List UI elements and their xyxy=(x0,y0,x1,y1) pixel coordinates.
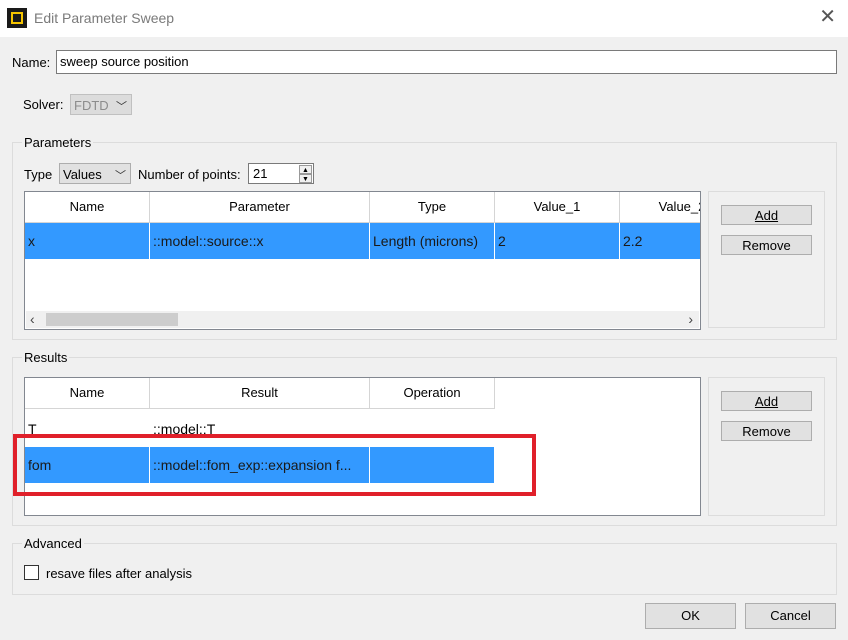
solver-label: Solver: xyxy=(23,97,64,112)
add-label: Add xyxy=(754,394,779,409)
results-add-button[interactable]: Add xyxy=(721,391,812,411)
type-value: Values xyxy=(63,167,102,182)
column-header-value-1[interactable]: Value_1 xyxy=(495,192,620,223)
name-input[interactable]: sweep source position xyxy=(56,50,837,74)
add-label: Add xyxy=(754,208,779,223)
column-header-result[interactable]: Result xyxy=(150,378,370,409)
parameters-remove-button[interactable]: Remove xyxy=(721,235,812,255)
column-header-name[interactable]: Name xyxy=(25,192,150,223)
spinner[interactable]: ▲ ▼ xyxy=(299,165,312,183)
parameters-add-button[interactable]: Add xyxy=(721,205,812,225)
solver-value: FDTD xyxy=(74,98,109,113)
horizontal-scrollbar[interactable]: ‹ › xyxy=(26,311,699,328)
cell-parameter[interactable]: ::model::source::x xyxy=(150,223,370,259)
resave-checkbox[interactable] xyxy=(24,565,39,580)
parameters-group-title: Parameters xyxy=(22,135,94,150)
type-label: Type xyxy=(24,167,53,182)
cell-value-1[interactable]: 2 xyxy=(495,223,620,259)
column-header-operation[interactable]: Operation xyxy=(370,378,495,409)
advanced-group-title: Advanced xyxy=(22,536,84,551)
close-icon[interactable]: ✕ xyxy=(819,7,836,27)
results-remove-button[interactable]: Remove xyxy=(721,421,812,441)
chevron-down-icon: ﹀ xyxy=(116,101,127,113)
chevron-down-icon: ﹀ xyxy=(115,170,126,182)
solver-select: FDTD ﹀ xyxy=(70,94,132,115)
window-title: Edit Parameter Sweep xyxy=(34,10,175,26)
scroll-left-icon[interactable]: ‹ xyxy=(30,311,35,328)
column-header-parameter[interactable]: Parameter xyxy=(150,192,370,223)
spin-down-icon[interactable]: ▼ xyxy=(299,174,312,183)
spin-up-icon[interactable]: ▲ xyxy=(299,165,312,174)
title-bar: Edit Parameter Sweep ✕ xyxy=(0,0,848,37)
name-label: Name: xyxy=(12,55,51,70)
highlight-annotation-box xyxy=(13,434,536,496)
ok-button[interactable]: OK xyxy=(645,603,736,629)
resave-label: resave files after analysis xyxy=(46,566,192,581)
column-header-value-2[interactable]: Value_2 xyxy=(620,192,700,223)
cell-value-2[interactable]: 2.2 xyxy=(620,223,700,259)
app-logo-icon xyxy=(7,8,27,28)
points-label: Number of points: xyxy=(138,167,241,182)
cancel-button[interactable]: Cancel xyxy=(745,603,836,629)
type-select[interactable]: Values ﹀ xyxy=(59,163,131,184)
scrollbar-thumb[interactable] xyxy=(46,313,178,326)
points-spinbox[interactable]: 21 ▲ ▼ xyxy=(248,163,314,184)
cell-name[interactable]: x xyxy=(25,223,150,259)
column-header-name[interactable]: Name xyxy=(25,378,150,409)
cell-type[interactable]: Length (microns) xyxy=(370,223,495,259)
column-header-type[interactable]: Type xyxy=(370,192,495,223)
points-value: 21 xyxy=(253,166,268,181)
parameters-table[interactable]: Name Parameter Type Value_1 Value_2 x ::… xyxy=(24,191,701,330)
scroll-right-icon[interactable]: › xyxy=(688,311,693,328)
results-group-title: Results xyxy=(22,350,70,365)
